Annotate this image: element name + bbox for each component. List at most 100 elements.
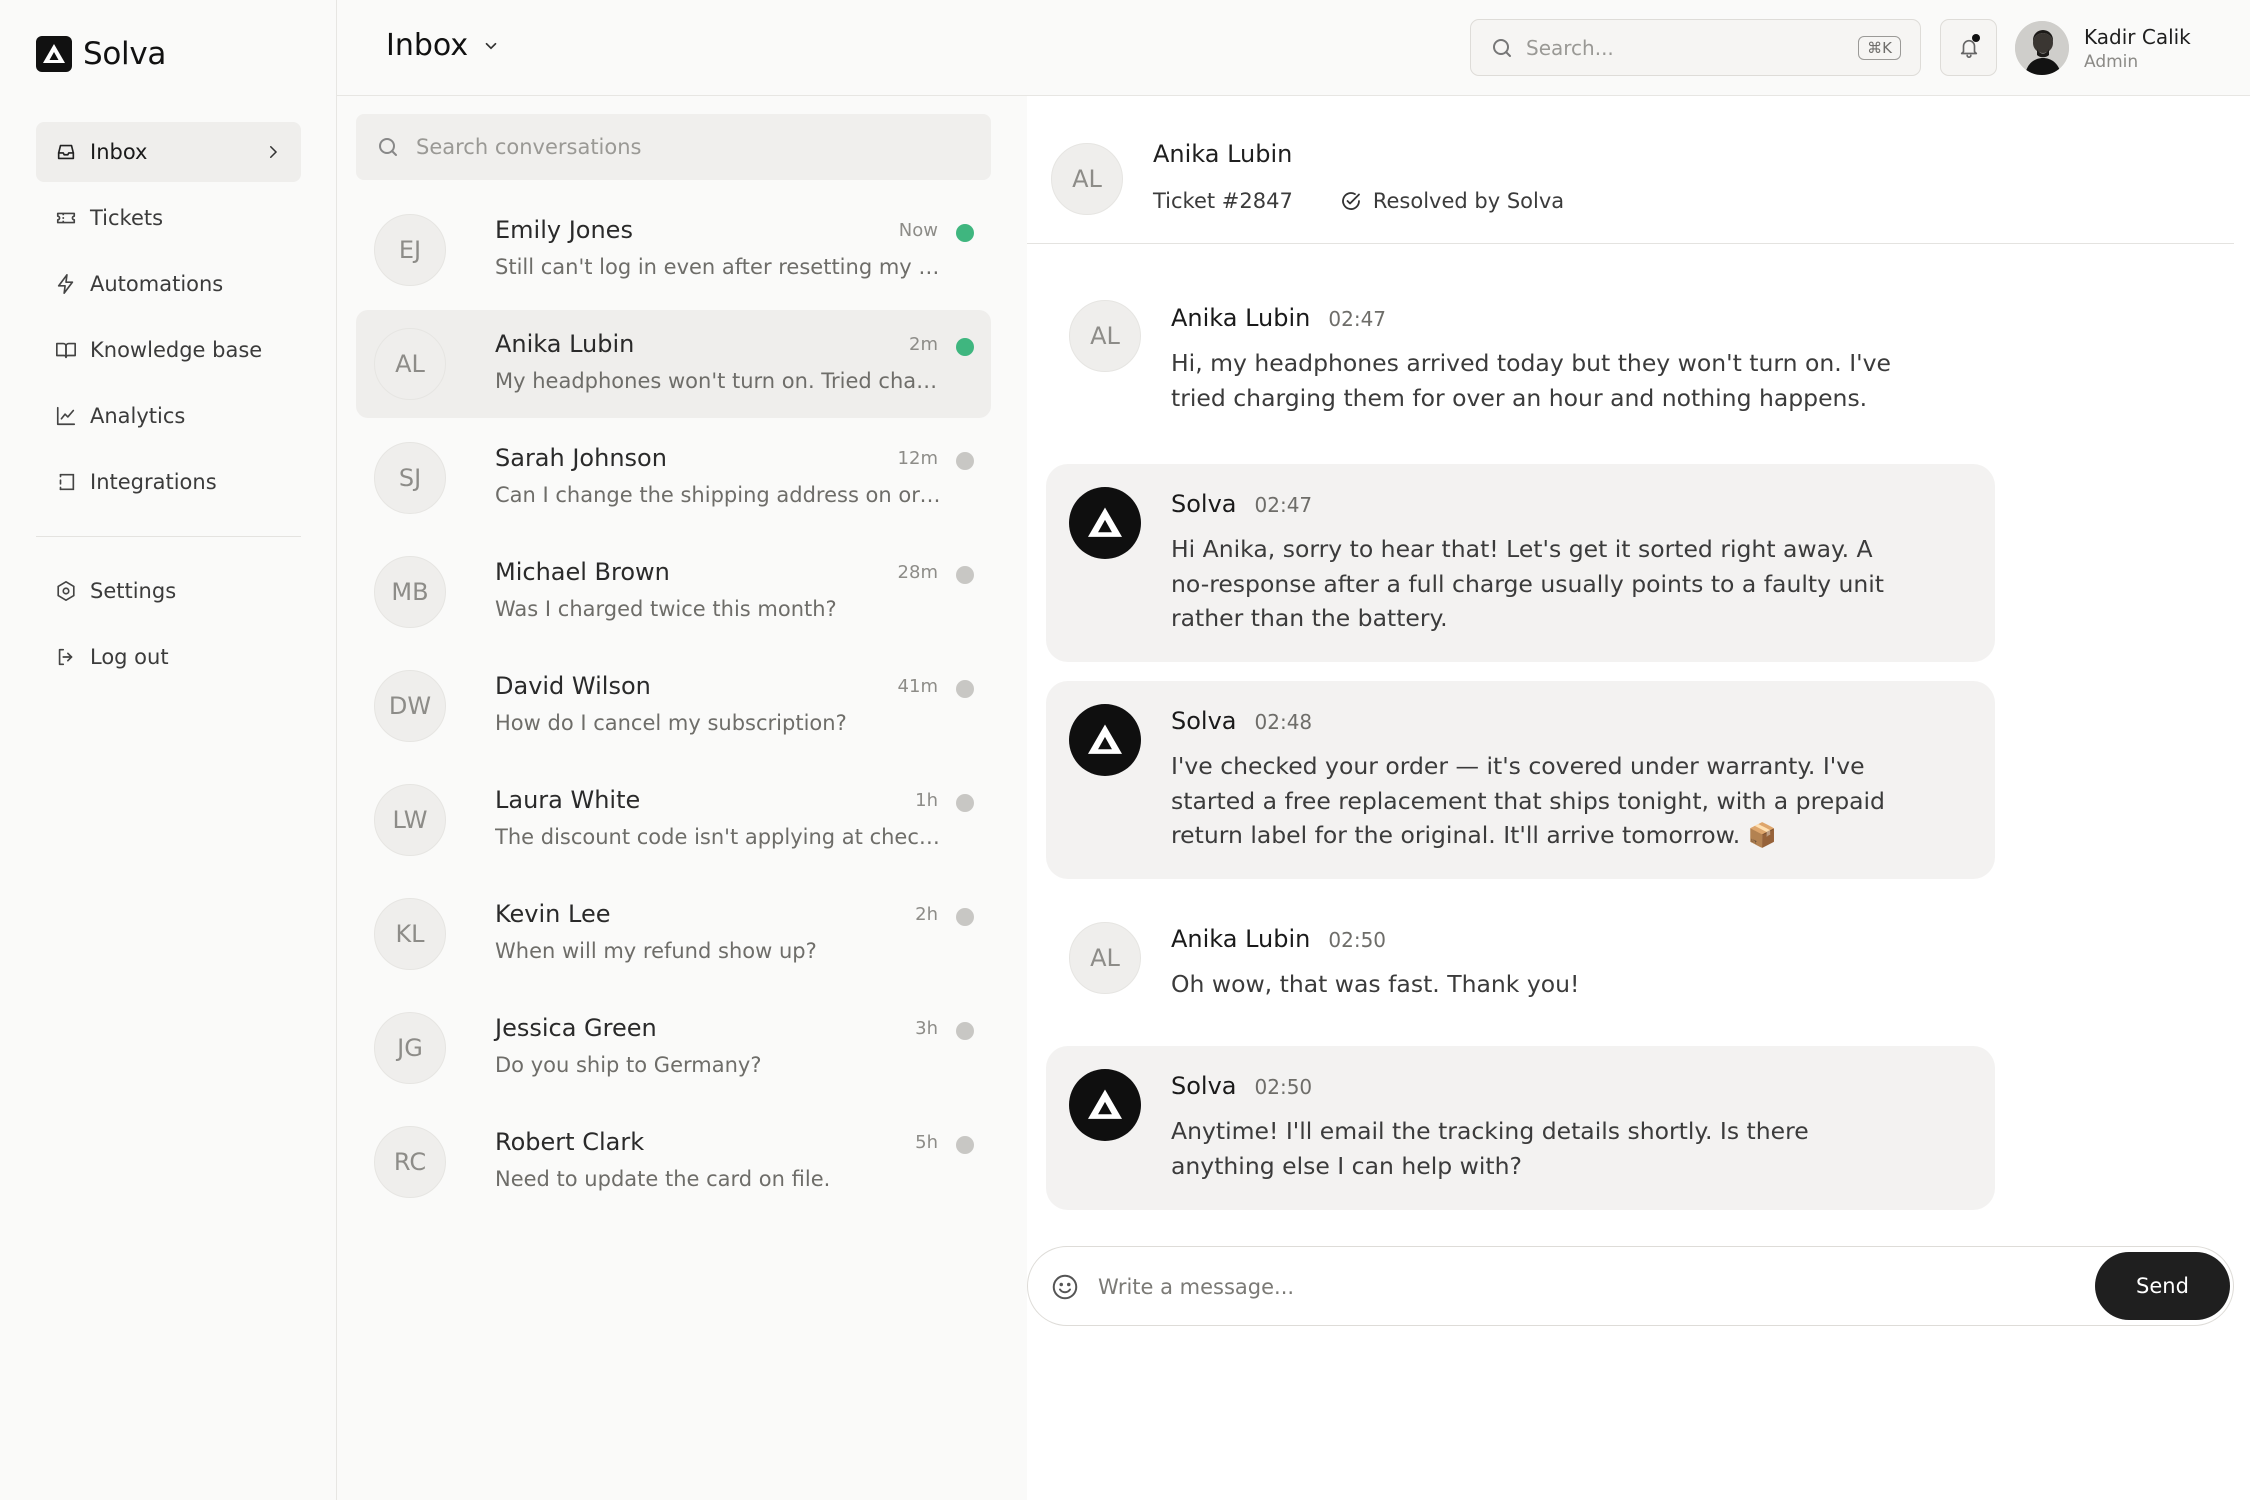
sidebar-item-knowledge-base[interactable]: Knowledge base <box>36 320 301 380</box>
sidebar-item-integrations[interactable]: Integrations <box>36 452 301 512</box>
chat-panel: AL Anika Lubin Ticket #2847 Resolved by … <box>1027 96 2250 1500</box>
solva-logo-icon <box>1088 724 1122 754</box>
sidebar-item-label: Tickets <box>90 206 164 230</box>
message-text: Oh wow, that was fast. Thank you! <box>1171 970 1580 998</box>
conversation-item[interactable]: RC Robert Clark Need to update the card … <box>356 1108 991 1216</box>
book-icon <box>56 342 76 359</box>
solva-avatar <box>1069 704 1141 776</box>
sidebar-item-logout[interactable]: Log out <box>36 627 301 687</box>
conversation-item[interactable]: EJ Emily Jones Still can't log in even a… <box>356 196 991 304</box>
conversation-search-input[interactable] <box>416 135 971 159</box>
status-dot <box>956 680 974 698</box>
logout-icon <box>58 648 73 666</box>
conversation-item[interactable]: DW David Wilson How do I cancel my subsc… <box>356 652 991 760</box>
message-header: Solva 02:48 <box>1171 707 1312 735</box>
message-text: Hi, my headphones arrived today but they… <box>1171 349 1891 412</box>
conversation-item[interactable]: MB Michael Brown Was I charged twice thi… <box>356 538 991 646</box>
chat-meta: Ticket #2847 Resolved by Solva <box>1153 189 1564 213</box>
message-text: Hi Anika, sorry to hear that! Let's get … <box>1171 535 1884 632</box>
conversation-preview: Still can't log in even after resetting … <box>495 255 945 279</box>
inbox-icon <box>57 144 75 160</box>
global-search-input[interactable] <box>1526 35 1847 60</box>
message-sender: Anika Lubin <box>1171 925 1311 953</box>
sidebar-item-tickets[interactable]: Tickets <box>36 188 301 248</box>
brand-name: Solva <box>83 36 167 72</box>
inbox-switcher[interactable]: Inbox <box>386 28 500 63</box>
message-input[interactable] <box>1098 1267 2078 1307</box>
nav-divider <box>36 536 301 537</box>
conversation-item[interactable]: AL Anika Lubin My headphones won't turn … <box>356 310 991 418</box>
solva-avatar <box>1069 487 1141 559</box>
user-menu[interactable]: Kadir Calik Admin <box>2015 21 2191 75</box>
status-dot <box>956 908 974 926</box>
conversation-time: 41m <box>897 676 938 697</box>
send-button[interactable]: Send <box>2095 1252 2230 1320</box>
emoji-icon[interactable] <box>1050 1272 1080 1302</box>
sidebar-item-label: Knowledge base <box>90 338 263 362</box>
status-dot <box>956 224 974 242</box>
message-header: Solva 02:50 <box>1171 1072 1312 1100</box>
conversation-name: David Wilson <box>495 672 651 700</box>
message-item: AL Anika Lubin 02:47 Hi, my headphones a… <box>1046 244 1995 418</box>
conversation-name: Anika Lubin <box>495 330 635 358</box>
page-title: Inbox <box>386 28 469 63</box>
conversation-time: 1h <box>915 790 938 811</box>
message-time: 02:47 <box>1254 493 1313 517</box>
message-text: Anytime! I'll email the tracking details… <box>1171 1117 1809 1180</box>
conversation-item[interactable]: KL Kevin Lee When will my refund show up… <box>356 880 991 988</box>
sidebar-item-settings[interactable]: Settings <box>36 561 301 621</box>
chevron-down-icon <box>485 42 497 49</box>
sidebar-item-label: Analytics <box>90 404 186 428</box>
conversation-search[interactable] <box>356 114 991 180</box>
sidebar-item-label: Log out <box>90 645 169 669</box>
conversation-time: 2m <box>909 334 938 355</box>
avatar: MB <box>374 556 446 628</box>
status-dot <box>956 566 974 584</box>
check-circle-icon <box>1341 192 1360 210</box>
avatar: JG <box>374 1012 446 1084</box>
conversation-time: 2h <box>915 904 938 925</box>
integrations-icon <box>59 473 75 491</box>
sidebar-item-analytics[interactable]: Analytics <box>36 386 301 446</box>
conversation-time: 3h <box>915 1018 938 1039</box>
conversation-name: Laura White <box>495 786 641 814</box>
conversation-time: 5h <box>915 1132 938 1153</box>
message-time: 02:47 <box>1328 307 1387 331</box>
sidebar-item-inbox[interactable]: Inbox <box>36 122 301 182</box>
message-time: 02:50 <box>1254 1075 1313 1099</box>
message-item: AL Anika Lubin 02:50 Oh wow, that was fa… <box>1046 899 1995 1039</box>
status-text: Resolved by Solva <box>1372 189 1565 213</box>
message-sender: Solva <box>1171 707 1237 735</box>
solva-avatar <box>1069 1069 1141 1141</box>
avatar: AL <box>1051 143 1123 215</box>
user-name: Kadir Calik <box>2084 24 2191 49</box>
status-dot <box>956 1136 974 1154</box>
brand[interactable]: Solva <box>36 36 166 72</box>
global-search[interactable]: ⌘K <box>1470 19 1921 76</box>
message-item: Solva 02:50 Anytime! I'll email the trac… <box>1046 1046 1995 1210</box>
conversation-preview: Can I change the shipping address on ord… <box>495 483 945 507</box>
notification-dot <box>1972 34 1980 42</box>
bolt-icon <box>57 274 74 294</box>
sidebar-item-label: Integrations <box>90 470 217 494</box>
status-dot <box>956 1022 974 1040</box>
sidebar-item-automations[interactable]: Automations <box>36 254 301 314</box>
message-time: 02:50 <box>1328 928 1387 952</box>
conversation-preview: The discount code isn't applying at chec… <box>495 825 945 849</box>
avatar: KL <box>374 898 446 970</box>
status-dot <box>956 452 974 470</box>
notifications-button[interactable] <box>1940 19 1997 76</box>
ticket-number: Ticket #2847 <box>1153 189 1293 213</box>
avatar: AL <box>1069 922 1141 994</box>
conversation-preview: Need to update the card on file. <box>495 1167 831 1191</box>
conversation-item[interactable]: LW Laura White The discount code isn't a… <box>356 766 991 874</box>
chevron-right-icon <box>270 146 278 158</box>
avatar: SJ <box>374 442 446 514</box>
conversation-item[interactable]: SJ Sarah Johnson Can I change the shippi… <box>356 424 991 532</box>
conversation-item[interactable]: JG Jessica Green Do you ship to Germany?… <box>356 994 991 1102</box>
conversation-time: Now <box>898 220 938 241</box>
message-text: I've checked your order — it's covered u… <box>1171 752 1885 849</box>
conversation-time: 28m <box>897 562 938 583</box>
conversation-time: 12m <box>897 448 938 469</box>
conversation-name: Emily Jones <box>495 216 633 244</box>
